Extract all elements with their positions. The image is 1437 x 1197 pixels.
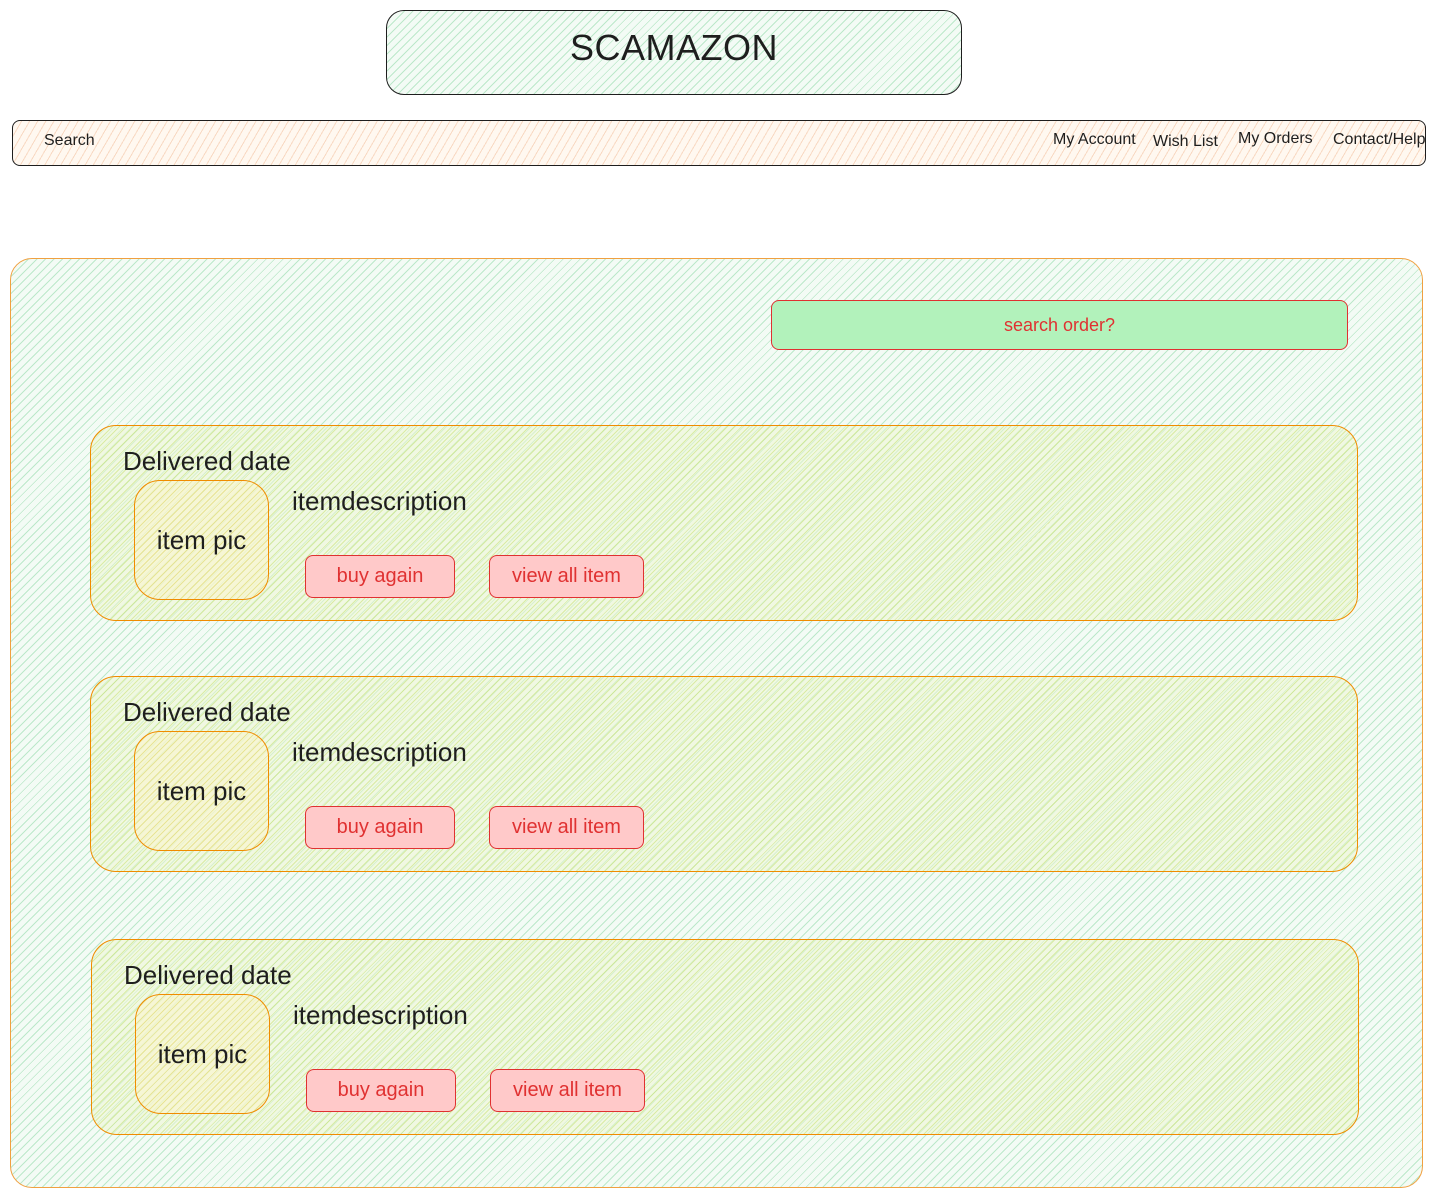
item-description: itemdescription — [292, 737, 467, 767]
nav-link-my-orders[interactable]: My Orders — [1238, 130, 1313, 148]
view-all-item-button[interactable]: view all item — [490, 1069, 645, 1112]
buy-again-button[interactable]: buy again — [305, 555, 455, 598]
page: SCAMAZON Search My Account Wish List My … — [0, 0, 1437, 1197]
view-all-item-button[interactable]: view all item — [489, 555, 644, 598]
delivered-date: Delivered date — [123, 697, 291, 727]
buy-again-button[interactable]: buy again — [305, 806, 455, 849]
nav-link-contact-help[interactable]: Contact/Help — [1333, 131, 1426, 149]
nav-link-wish-list[interactable]: Wish List — [1153, 133, 1218, 151]
item-description: itemdescription — [292, 486, 467, 516]
buy-again-button[interactable]: buy again — [306, 1069, 456, 1112]
view-all-item-button[interactable]: view all item — [489, 806, 644, 849]
nav-link-my-account[interactable]: My Account — [1053, 131, 1136, 149]
item-pic[interactable]: item pic — [134, 480, 269, 600]
delivered-date: Delivered date — [123, 446, 291, 476]
order-card: Delivered date item pic itemdescription … — [91, 939, 1359, 1135]
item-description: itemdescription — [293, 1000, 468, 1030]
order-card: Delivered date item pic itemdescription … — [90, 425, 1358, 621]
order-card: Delivered date item pic itemdescription … — [90, 676, 1358, 872]
site-logo-text: SCAMAZON — [569, 26, 778, 68]
item-pic[interactable]: item pic — [135, 994, 270, 1114]
search-order-button[interactable]: search order? — [771, 300, 1348, 350]
top-navbar: Search My Account Wish List My Orders Co… — [12, 120, 1426, 166]
nav-search-input[interactable]: Search — [44, 132, 95, 150]
site-logo-banner[interactable]: SCAMAZON — [386, 10, 962, 95]
delivered-date: Delivered date — [124, 960, 292, 990]
item-pic-label: item pic — [156, 524, 247, 555]
item-pic[interactable]: item pic — [134, 731, 269, 851]
item-pic-label: item pic — [157, 1038, 248, 1069]
item-pic-label: item pic — [156, 775, 247, 806]
